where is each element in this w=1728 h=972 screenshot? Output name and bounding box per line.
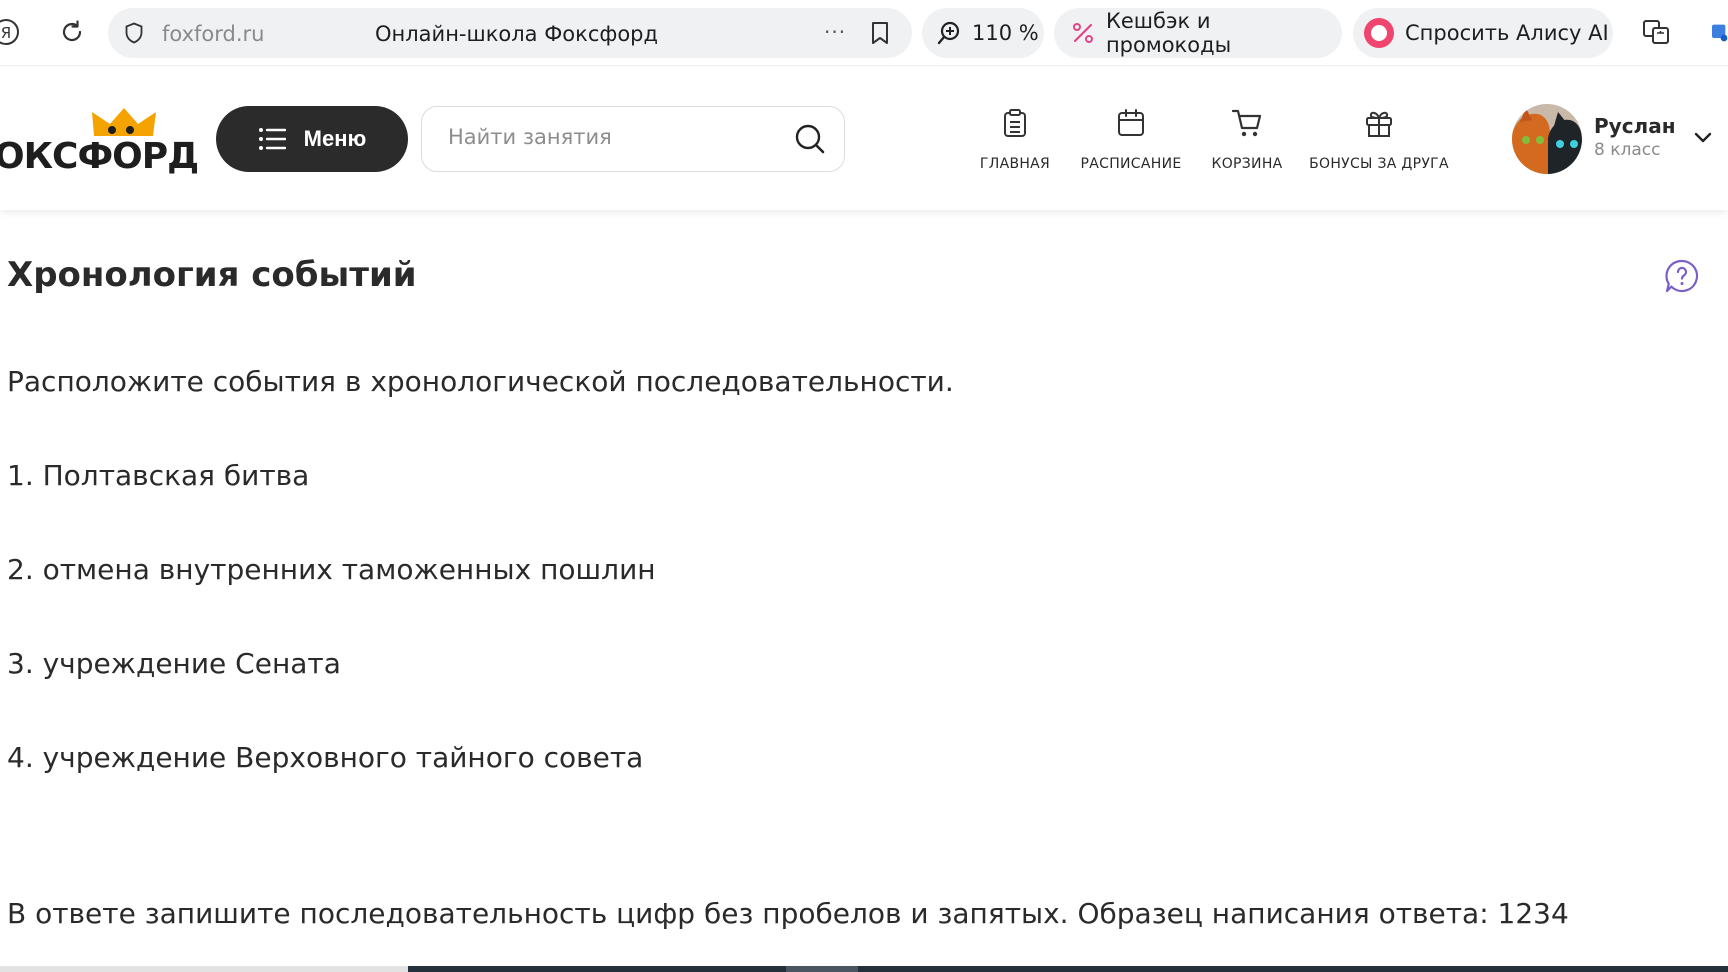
menu-button[interactable]: Меню — [216, 106, 408, 172]
user-grade: 8 класс — [1594, 140, 1661, 160]
alice-button[interactable]: Спросить Алису AI — [1353, 8, 1613, 58]
site-header: ОКСФОРД Меню ГЛАВНАЯ РАСПИСАНИЕ КОРЗИНА — [0, 66, 1728, 210]
chevron-down-icon[interactable] — [1692, 126, 1714, 152]
gift-icon — [1364, 106, 1394, 140]
search-icon[interactable] — [794, 123, 826, 159]
search-box[interactable] — [421, 106, 845, 172]
browser-toolbar: Я foxford.ru Онлайн-школа Фоксфорд ··· 1… — [0, 0, 1728, 66]
bookmark-icon[interactable] — [868, 20, 892, 50]
nav-cart[interactable]: КОРЗИНА — [1201, 106, 1293, 172]
list-icon — [258, 128, 286, 150]
calendar-icon — [1116, 106, 1146, 140]
tab-title: Онлайн-школа Фоксфорд — [375, 22, 659, 46]
clipboard-icon — [1002, 106, 1028, 140]
nav-label: ГЛАВНАЯ — [979, 156, 1051, 172]
nav-home[interactable]: ГЛАВНАЯ — [965, 106, 1065, 172]
horizontal-scrollbar[interactable] — [0, 966, 1728, 972]
nav-bonus[interactable]: БОНУСЫ ЗА ДРУГА — [1306, 106, 1452, 172]
answer-hint: В ответе запишите последовательность циф… — [7, 897, 1569, 930]
alice-icon — [1364, 18, 1394, 48]
list-item: 2. отмена внутренних таможенных пошлин — [7, 553, 656, 586]
extension-icon[interactable] — [1708, 14, 1728, 50]
nav-schedule[interactable]: РАСПИСАНИЕ — [1074, 106, 1188, 172]
address-domain[interactable]: foxford.ru — [162, 22, 264, 46]
zoom-button[interactable]: 110 % — [922, 8, 1044, 58]
percent-icon — [1072, 23, 1093, 43]
task-content: Хронология событий Расположите события в… — [0, 210, 1728, 972]
reload-icon[interactable] — [54, 14, 90, 50]
address-bar[interactable]: foxford.ru Онлайн-школа Фоксфорд ··· — [108, 8, 912, 58]
nav-label: КОРЗИНА — [1211, 156, 1283, 172]
page-title: Хронология событий — [7, 255, 417, 295]
alice-label: Спросить Алису AI — [1405, 21, 1609, 45]
scrollbar-thumb[interactable] — [786, 966, 858, 972]
yandex-icon[interactable]: Я — [0, 14, 24, 50]
task-instruction: Расположите события в хронологической по… — [7, 365, 954, 398]
translate-icon[interactable] — [1638, 14, 1674, 50]
list-item: 4. учреждение Верховного тайного совета — [7, 741, 644, 774]
user-name[interactable]: Руслан — [1594, 114, 1676, 138]
search-input[interactable] — [448, 125, 768, 149]
cashback-button[interactable]: Кешбэк и промокоды — [1054, 8, 1342, 58]
crown-icon — [92, 108, 156, 136]
list-item: 3. учреждение Сената — [7, 647, 341, 680]
list-item: 1. Полтавская битва — [7, 459, 310, 492]
svg-text:Я: Я — [1, 24, 11, 42]
foxford-logo[interactable]: ОКСФОРД — [0, 106, 199, 177]
logo-text: ОКСФОРД — [0, 136, 199, 177]
zoom-icon — [937, 21, 960, 45]
more-icon[interactable]: ··· — [824, 20, 846, 44]
cashback-label: Кешбэк и промокоды — [1105, 9, 1232, 57]
shield-icon[interactable] — [122, 21, 146, 49]
zoom-label: 110 % — [972, 21, 1039, 45]
cart-icon — [1231, 106, 1263, 140]
avatar[interactable] — [1512, 104, 1582, 174]
help-icon[interactable] — [1664, 258, 1700, 298]
nav-label: БОНУСЫ ЗА ДРУГА — [1309, 156, 1449, 172]
menu-label: Меню — [303, 126, 367, 151]
nav-label: РАСПИСАНИЕ — [1080, 156, 1182, 172]
